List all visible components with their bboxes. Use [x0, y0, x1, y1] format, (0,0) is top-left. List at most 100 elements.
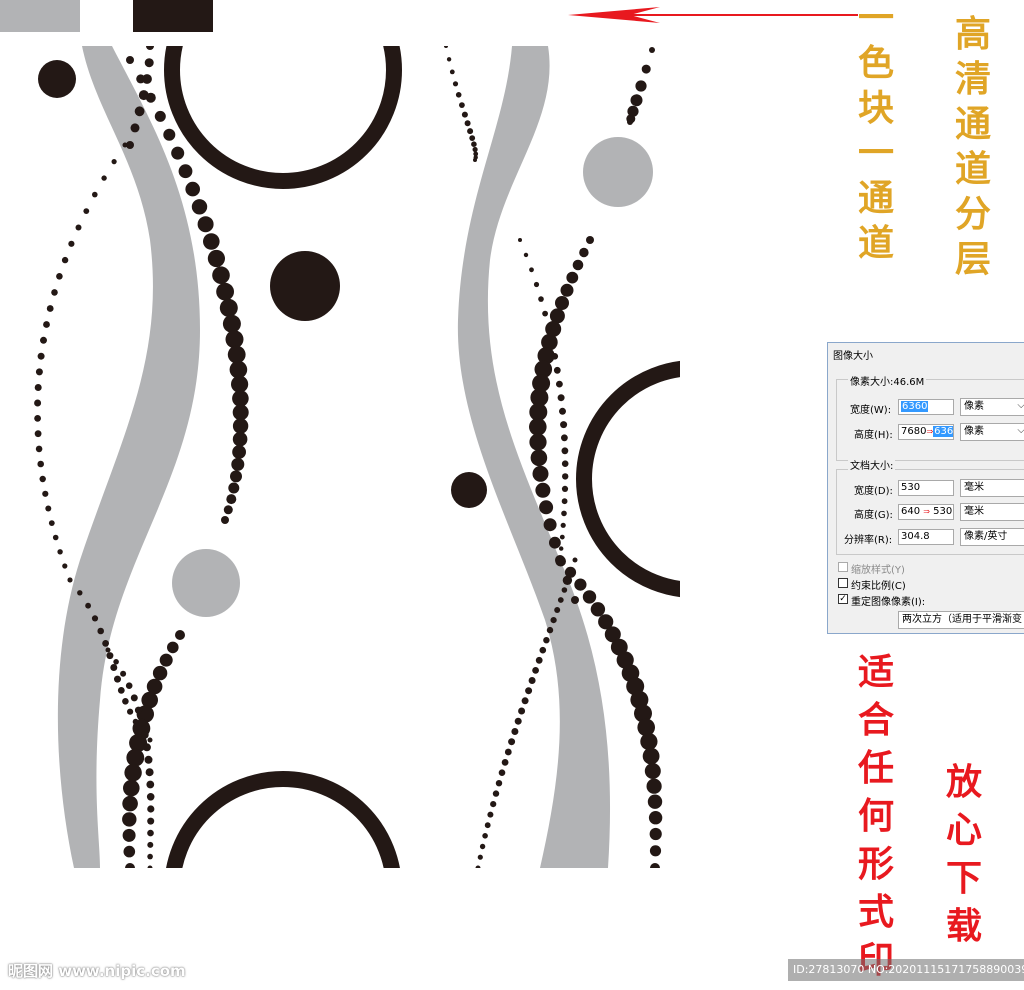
bead	[221, 516, 229, 524]
height-input[interactable]: 7680⇒6360	[898, 424, 954, 440]
bead	[561, 510, 567, 517]
bead	[225, 330, 244, 349]
resolution-input[interactable]: 304.8	[898, 529, 954, 545]
black-swatch	[133, 0, 213, 32]
bead	[147, 841, 154, 848]
bead	[642, 747, 660, 765]
bead	[464, 120, 471, 127]
scale-styles-label: 缩放样式(Y)	[851, 565, 905, 576]
bead	[571, 596, 579, 604]
bead	[138, 718, 146, 727]
hd-layer-note: 高 清 通 道 分 层	[955, 13, 992, 280]
doc-width-input[interactable]: 530	[898, 480, 954, 496]
bead	[114, 675, 121, 683]
bead	[85, 602, 91, 609]
chevron-down-icon: ⌵	[1017, 425, 1024, 437]
bead	[142, 743, 151, 752]
bead	[551, 353, 559, 360]
bead	[130, 123, 140, 133]
bead	[511, 728, 519, 735]
bead	[232, 445, 247, 459]
bead	[142, 74, 152, 84]
height-label: 高度(H):	[854, 430, 893, 441]
scale-styles-checkbox[interactable]	[838, 562, 848, 572]
bead	[498, 769, 506, 776]
bead	[501, 759, 509, 766]
bead	[452, 81, 459, 87]
bead	[232, 431, 248, 447]
bead	[565, 577, 571, 583]
doc-height-input[interactable]: 640 ⇒ 530	[898, 504, 954, 520]
bead	[543, 637, 550, 644]
channel-note: 一 色 块 一 通 道	[858, 0, 895, 264]
bead	[582, 590, 597, 604]
bead	[590, 602, 606, 617]
bead	[138, 90, 149, 101]
bead	[574, 578, 587, 591]
bead	[35, 445, 43, 453]
bead	[561, 498, 568, 505]
resolution-unit-select[interactable]: 像素/英寸	[960, 528, 1024, 546]
bead	[83, 208, 90, 215]
bead	[539, 500, 554, 515]
doc-width-unit-select[interactable]: 毫米	[960, 479, 1024, 497]
bead	[123, 779, 140, 797]
bead	[487, 811, 494, 818]
bead	[586, 236, 594, 244]
bead	[122, 698, 129, 705]
bead	[52, 534, 59, 541]
bead	[154, 110, 166, 122]
download-note: 放 心 下 载	[946, 761, 983, 947]
bead	[523, 252, 529, 258]
bead	[34, 415, 41, 422]
bead	[124, 764, 142, 782]
bead	[572, 557, 578, 563]
bead	[227, 345, 246, 364]
dialog-title: 图像大小	[833, 351, 873, 362]
chevron-down-icon: ⌵	[1017, 400, 1024, 412]
bead	[123, 845, 136, 858]
width-unit-select[interactable]: 像素⌵	[960, 398, 1024, 416]
bead	[528, 677, 536, 684]
bead	[649, 47, 655, 53]
bead	[560, 421, 568, 429]
bead	[185, 181, 200, 197]
bead	[482, 833, 488, 839]
bead	[533, 281, 540, 288]
bead	[475, 865, 481, 868]
bead	[518, 707, 526, 715]
constrain-proportions-label: 约束比例(C)	[851, 581, 906, 592]
bead	[479, 843, 486, 850]
bead	[113, 659, 119, 665]
resample-method-select[interactable]: 两次立方（适用于平滑渐变	[898, 611, 1024, 629]
bead	[159, 653, 173, 667]
bead	[56, 273, 63, 280]
height-unit-select[interactable]: 像素⌵	[960, 423, 1024, 441]
bead	[122, 828, 136, 842]
bead	[77, 590, 83, 596]
bead	[45, 505, 52, 512]
bead	[230, 470, 242, 483]
black-dot	[451, 472, 487, 508]
bead	[469, 135, 476, 142]
bead	[545, 324, 552, 332]
width-input[interactable]: 6360	[898, 399, 954, 415]
edit-mark-icon: ⇒	[923, 507, 930, 516]
bead	[120, 670, 127, 677]
bead	[568, 567, 575, 573]
bead	[641, 64, 651, 74]
bead	[231, 375, 249, 393]
bead	[562, 473, 569, 480]
resample-checkbox[interactable]: ✓	[838, 594, 848, 604]
bead	[550, 617, 557, 624]
doc-height-unit-select[interactable]: 毫米	[960, 503, 1024, 521]
bead	[627, 119, 633, 125]
constrain-proportions-checkbox[interactable]	[838, 578, 848, 588]
bead	[223, 505, 233, 515]
bead	[146, 46, 154, 50]
bead	[117, 687, 125, 694]
bead	[514, 717, 522, 725]
bead	[226, 494, 237, 505]
bead	[449, 69, 455, 75]
bead	[459, 102, 465, 108]
